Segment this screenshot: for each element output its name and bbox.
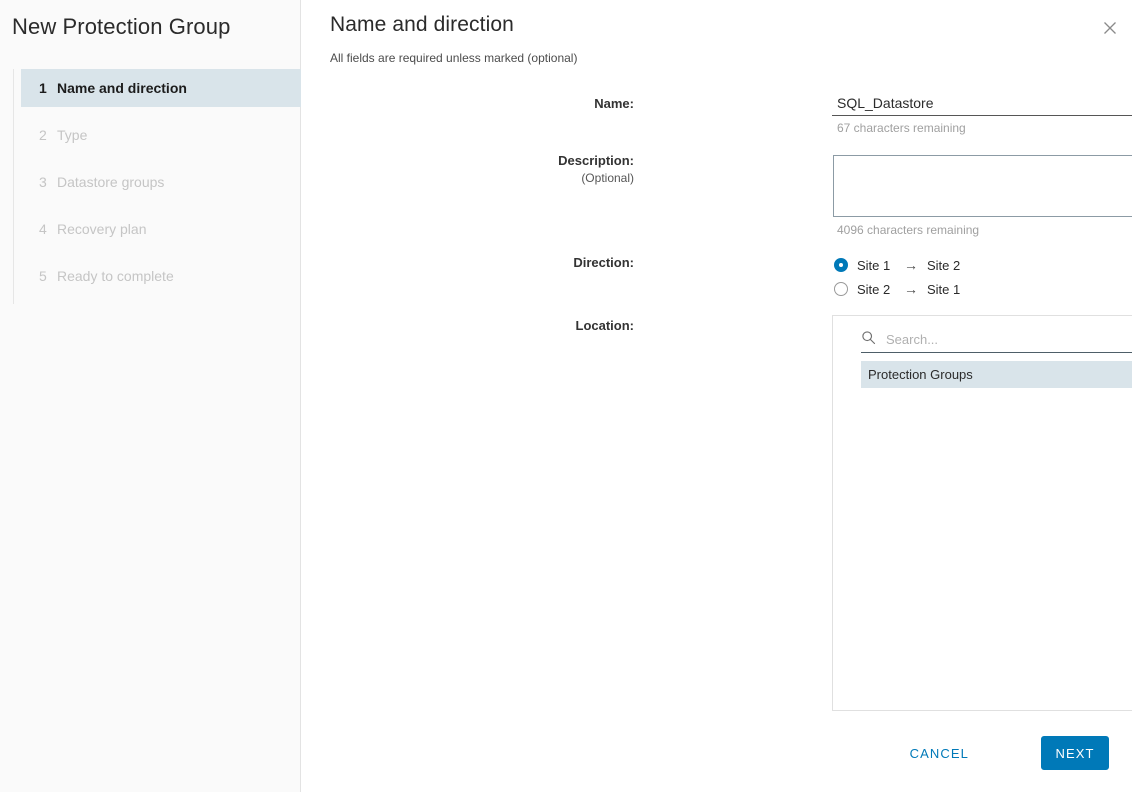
sidebar-item-datastore-groups[interactable]: 3 Datastore groups <box>21 163 301 201</box>
direction-label: Direction: <box>456 255 634 270</box>
radio-indicator-icon <box>834 282 848 296</box>
description-textarea[interactable] <box>833 155 1132 217</box>
step-number: 3 <box>39 174 55 190</box>
step-number: 4 <box>39 221 55 237</box>
new-protection-group-wizard: New Protection Group 1 Name and directio… <box>0 0 1132 792</box>
tree-item-label: Protection Groups <box>868 367 973 382</box>
step-label: Datastore groups <box>57 174 164 190</box>
search-row <box>861 327 1132 353</box>
radio-site1-to-site2[interactable]: Site 1 → Site 2 <box>834 253 960 277</box>
description-optional-text: (Optional) <box>456 171 634 185</box>
name-input-wrapper <box>832 93 1132 116</box>
location-tree: Protection Groups <box>833 361 1132 388</box>
radio-to-label: Site 1 <box>927 282 960 297</box>
next-button[interactable]: NEXT <box>1041 736 1109 770</box>
step-number: 5 <box>39 268 55 284</box>
radio-site2-to-site1[interactable]: Site 2 → Site 1 <box>834 277 960 301</box>
radio-from-label: Site 2 <box>857 282 897 297</box>
wizard-main-panel: Name and direction All fields are requir… <box>301 0 1132 792</box>
step-label: Name and direction <box>57 80 187 96</box>
wizard-sidebar: New Protection Group 1 Name and directio… <box>0 0 301 792</box>
sidebar-item-type[interactable]: 2 Type <box>21 116 301 154</box>
search-icon <box>861 330 876 345</box>
step-label: Recovery plan <box>57 221 147 237</box>
arrow-right-icon: → <box>904 282 918 296</box>
radio-indicator-icon <box>834 258 848 272</box>
wizard-title: New Protection Group <box>12 14 230 40</box>
description-label-text: Description: <box>558 153 634 168</box>
tree-item-protection-groups[interactable]: Protection Groups <box>861 361 1132 388</box>
direction-radio-group: Site 1 → Site 2 Site 2 → Site 1 <box>834 253 960 301</box>
close-button[interactable] <box>1099 17 1121 39</box>
step-rail-divider <box>13 69 14 304</box>
name-label: Name: <box>456 96 634 111</box>
search-input[interactable] <box>861 328 1132 352</box>
radio-to-label: Site 2 <box>927 258 960 273</box>
description-helper-text: 4096 characters remaining <box>837 223 979 237</box>
sidebar-item-ready-to-complete[interactable]: 5 Ready to complete <box>21 257 301 295</box>
sidebar-item-recovery-plan[interactable]: 4 Recovery plan <box>21 210 301 248</box>
step-label: Ready to complete <box>57 268 174 284</box>
page-subtitle: All fields are required unless marked (o… <box>330 51 577 65</box>
arrow-right-icon: → <box>904 258 918 272</box>
name-input[interactable] <box>832 93 1132 116</box>
radio-from-label: Site 1 <box>857 258 897 273</box>
step-number: 1 <box>39 80 55 96</box>
location-picker-panel: Protection Groups <box>832 315 1132 711</box>
step-number: 2 <box>39 127 55 143</box>
cancel-button[interactable]: CANCEL <box>899 736 980 770</box>
location-label: Location: <box>456 318 634 333</box>
name-helper-text: 67 characters remaining <box>837 121 966 135</box>
close-icon <box>1103 21 1117 35</box>
page-title: Name and direction <box>330 13 514 37</box>
wizard-step-list: 1 Name and direction 2 Type 3 Datastore … <box>21 69 301 295</box>
sidebar-item-name-and-direction[interactable]: 1 Name and direction <box>21 69 301 107</box>
wizard-footer: CANCEL NEXT <box>301 724 1132 792</box>
step-label: Type <box>57 127 87 143</box>
description-label: Description: (Optional) <box>456 153 634 185</box>
